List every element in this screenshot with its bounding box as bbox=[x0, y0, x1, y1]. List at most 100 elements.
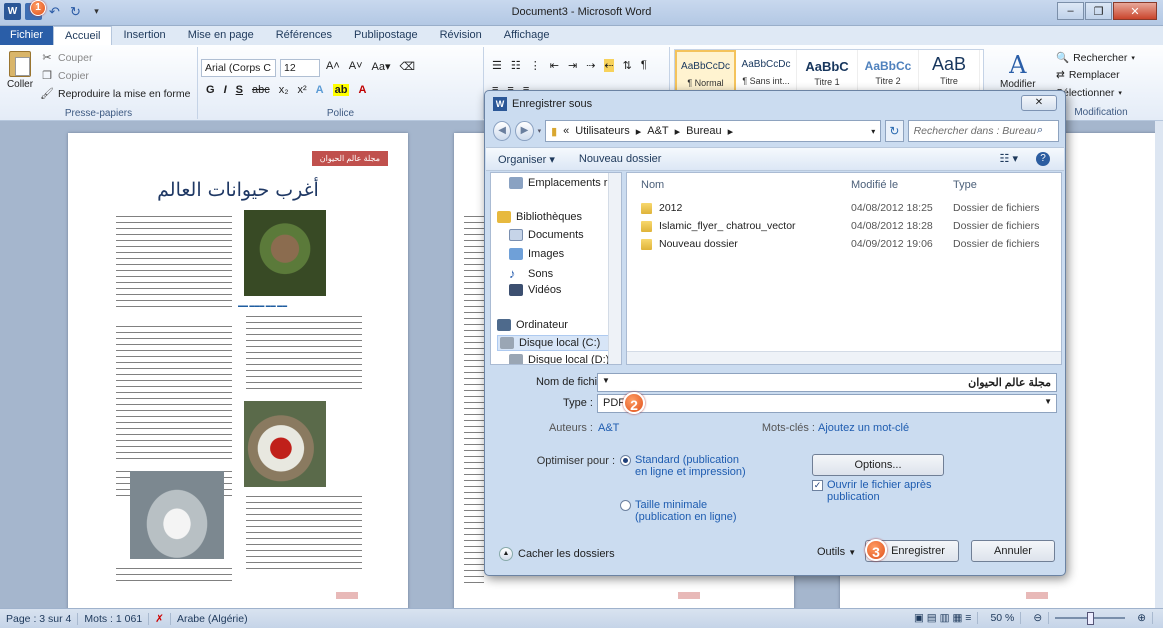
underline-icon[interactable]: S bbox=[236, 84, 243, 96]
vertical-scrollbar[interactable] bbox=[1155, 121, 1163, 608]
format-painter-button[interactable]: 🖌 Reproduire la mise en forme bbox=[40, 87, 190, 101]
tags-input[interactable]: Ajoutez un mot-clé bbox=[818, 422, 909, 434]
italic-icon[interactable]: I bbox=[224, 84, 227, 96]
minimize-button[interactable]: – bbox=[1057, 2, 1084, 20]
text-effects-icon[interactable]: A bbox=[316, 84, 324, 96]
multilevel-list-icon[interactable]: ⋮ bbox=[530, 59, 541, 72]
breadcrumb-desktop[interactable]: Bureau bbox=[686, 125, 721, 137]
breadcrumb-overflow[interactable]: « bbox=[563, 125, 569, 137]
hide-folders-toggle[interactable]: ▲ Cacher les dossiers bbox=[499, 547, 615, 561]
file-row[interactable]: Nouveau dossier 04/09/2012 19:06 Dossier… bbox=[641, 236, 1061, 254]
nav-music[interactable]: ♪ Sons bbox=[509, 266, 553, 281]
authors-value[interactable]: A&T bbox=[598, 422, 619, 434]
file-row[interactable]: 2012 04/08/2012 18:25 Dossier de fichier… bbox=[641, 200, 1061, 218]
bold-icon[interactable]: G bbox=[206, 84, 215, 96]
word-count[interactable]: Mots : 1 061 bbox=[78, 612, 150, 625]
new-folder-button[interactable]: Nouveau dossier bbox=[567, 153, 674, 165]
tab-affichage[interactable]: Affichage bbox=[493, 26, 561, 45]
optimize-standard-radio[interactable]: Standard (publication en ligne et impres… bbox=[620, 454, 750, 478]
tab-fichier[interactable]: Fichier bbox=[0, 26, 54, 45]
maximize-button[interactable]: ❐ bbox=[1085, 2, 1112, 20]
grow-font-icon[interactable]: A˄ bbox=[326, 60, 340, 73]
optimize-minimal-radio[interactable]: Taille minimale (publication en ligne) bbox=[620, 499, 750, 523]
change-styles-button[interactable]: A Modifier bbox=[1000, 51, 1036, 90]
nav-disk-c[interactable]: Disque local (C:) bbox=[497, 335, 617, 351]
tools-menu[interactable]: Outils ▼ bbox=[817, 546, 856, 558]
forward-button[interactable]: ▶ bbox=[515, 121, 534, 141]
nav-recent[interactable]: Emplacements ré bbox=[509, 177, 614, 189]
address-bar[interactable]: ▮ « Utilisateurs ▸ A&T ▸ Bureau ▸ ▾ bbox=[545, 120, 882, 142]
subscript-icon[interactable]: x₂ bbox=[279, 84, 289, 96]
options-button[interactable]: Options... bbox=[812, 454, 944, 476]
font-color-icon[interactable]: A bbox=[358, 84, 366, 96]
column-type[interactable]: Type bbox=[953, 179, 977, 191]
filename-dropdown-icon[interactable]: ▼ bbox=[602, 376, 610, 385]
find-button[interactable]: 🔍 Rechercher ▾ bbox=[1056, 51, 1135, 65]
change-case-icon[interactable]: Aa▾ bbox=[372, 60, 391, 73]
organize-button[interactable]: Organiser ▾ bbox=[486, 153, 567, 166]
help-icon[interactable]: ? bbox=[1036, 152, 1050, 166]
tab-insertion[interactable]: Insertion bbox=[112, 26, 176, 45]
strikethrough-icon[interactable]: abc bbox=[252, 84, 270, 96]
copy-button[interactable]: ❐ Copier bbox=[40, 69, 89, 83]
type-select[interactable]: PDF ▼ bbox=[597, 394, 1057, 413]
shrink-font-icon[interactable]: A˅ bbox=[349, 60, 363, 73]
increase-indent-icon[interactable]: ⇥ bbox=[568, 59, 577, 72]
back-button[interactable]: ◀ bbox=[493, 121, 512, 141]
nav-images[interactable]: Images bbox=[509, 248, 564, 260]
file-row[interactable]: Islamic_flyer_ chatrou_vector 04/08/2012… bbox=[641, 218, 1061, 236]
tab-mise-en-page[interactable]: Mise en page bbox=[177, 26, 265, 45]
nav-videos[interactable]: Vidéos bbox=[509, 284, 561, 296]
refresh-icon[interactable]: ↻ bbox=[885, 120, 904, 142]
font-size-box[interactable]: 12 bbox=[280, 59, 320, 77]
clear-format-icon[interactable]: ⌫ bbox=[400, 60, 416, 73]
bullets-icon[interactable]: ☰ bbox=[492, 59, 502, 72]
filename-input[interactable]: مجلة عالم الحيوان ▼ bbox=[597, 373, 1057, 392]
zoom-slider[interactable] bbox=[1055, 612, 1126, 625]
sort-icon[interactable]: ⇅ bbox=[623, 59, 632, 72]
ltr-icon[interactable]: ⇢ bbox=[586, 59, 595, 72]
tab-references[interactable]: Références bbox=[265, 26, 343, 45]
zoom-out-icon[interactable]: ⊖ bbox=[1027, 612, 1050, 624]
rtl-icon[interactable]: ⇠ bbox=[604, 59, 614, 72]
zoom-in-icon[interactable]: ⊕ bbox=[1131, 612, 1153, 624]
zoom-level[interactable]: 50 % bbox=[984, 612, 1022, 624]
replace-button[interactable]: ⇄ Remplacer bbox=[1056, 69, 1120, 81]
view-layout-icons[interactable]: ▣ ▤ ▥ ▦ ≡ bbox=[908, 612, 979, 624]
proofing-icon[interactable]: ✗ bbox=[149, 612, 171, 625]
show-marks-icon[interactable]: ¶ bbox=[641, 59, 647, 72]
breadcrumb-users[interactable]: Utilisateurs bbox=[575, 125, 629, 137]
paste-button[interactable]: Coller bbox=[4, 49, 36, 99]
language[interactable]: Arabe (Algérie) bbox=[171, 613, 254, 625]
address-dropdown-icon[interactable]: ▾ bbox=[871, 127, 875, 136]
page-count[interactable]: Page : 3 sur 4 bbox=[0, 612, 79, 625]
column-name[interactable]: Nom bbox=[641, 179, 664, 191]
file-list[interactable]: Nom Modifié le Type 2012 04/08/2012 18:2… bbox=[626, 172, 1062, 365]
column-modified[interactable]: Modifié le bbox=[851, 179, 898, 191]
highlight-icon[interactable]: ab bbox=[332, 84, 350, 96]
type-dropdown-icon[interactable]: ▼ bbox=[1044, 397, 1052, 406]
cut-button[interactable]: ✂ Couper bbox=[40, 51, 92, 65]
tab-revision[interactable]: Révision bbox=[429, 26, 493, 45]
tab-accueil[interactable]: Accueil bbox=[53, 26, 113, 45]
history-dropdown-icon[interactable]: ▾ bbox=[538, 127, 542, 135]
nav-computer[interactable]: Ordinateur bbox=[497, 319, 568, 331]
dialog-close-button[interactable]: ✕ bbox=[1021, 95, 1057, 111]
nav-libraries[interactable]: Bibliothèques bbox=[497, 211, 582, 223]
open-after-checkbox[interactable]: ✓ Ouvrir le fichier après publication bbox=[812, 479, 942, 503]
view-options-icon[interactable]: ☷ ▾ bbox=[1000, 152, 1018, 166]
nav-documents[interactable]: Documents bbox=[509, 229, 584, 241]
page-3[interactable]: مجلة عالم الحيوان أغرب حيوانات العالم ▬▬… bbox=[68, 133, 408, 608]
file-list-scrollbar[interactable] bbox=[627, 351, 1061, 364]
font-name-box[interactable]: Arial (Corps C bbox=[201, 59, 276, 77]
close-window-button[interactable]: ✕ bbox=[1113, 2, 1157, 20]
navigation-pane[interactable]: Emplacements ré Bibliothèques Documents … bbox=[490, 172, 622, 365]
decrease-indent-icon[interactable]: ⇤ bbox=[550, 59, 559, 72]
breadcrumb-user[interactable]: A&T bbox=[647, 125, 668, 137]
nav-scrollbar[interactable] bbox=[608, 173, 621, 364]
nav-disk-d[interactable]: Disque local (D:) bbox=[509, 354, 609, 364]
search-icon[interactable]: ⌕ bbox=[1037, 124, 1043, 137]
numbering-icon[interactable]: ☷ bbox=[511, 59, 521, 72]
cancel-button[interactable]: Annuler bbox=[971, 540, 1055, 562]
superscript-icon[interactable]: x² bbox=[298, 84, 307, 96]
